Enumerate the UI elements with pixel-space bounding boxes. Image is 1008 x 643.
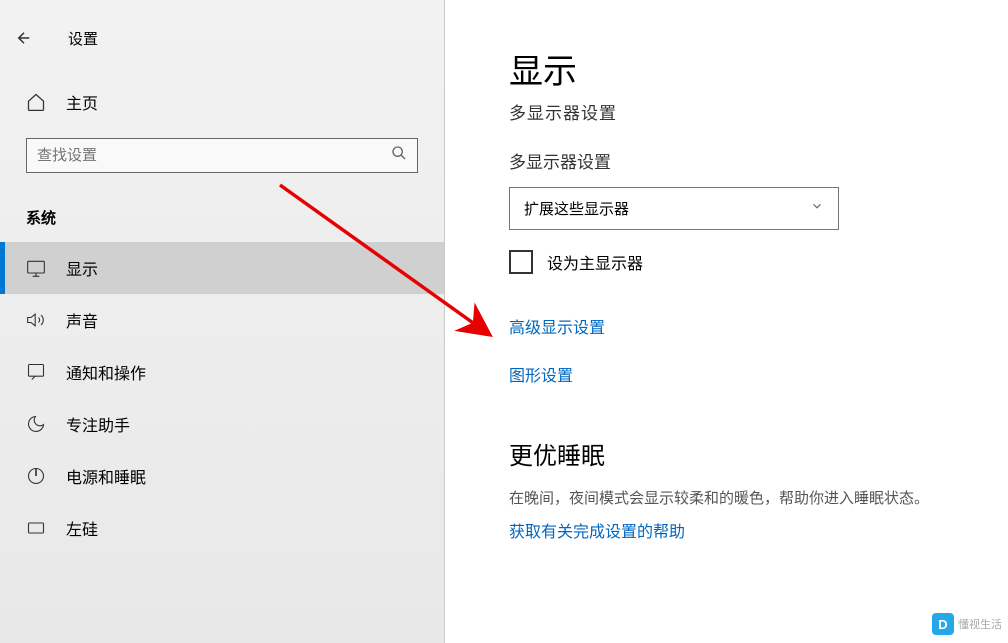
sidebar-item-notifications[interactable]: 通知和操作 xyxy=(0,346,444,398)
sidebar-item-label: 声音 xyxy=(66,308,98,332)
sidebar: 设置 主页 系统 显示 声音 通知和操作 专注助手 xyxy=(0,0,445,643)
search-input[interactable] xyxy=(37,147,391,164)
sleep-title: 更优睡眠 xyxy=(509,436,1008,471)
dropdown-selected: 扩展这些显示器 xyxy=(524,198,629,219)
checkbox[interactable] xyxy=(509,250,533,274)
advanced-display-link[interactable]: 高级显示设置 xyxy=(509,314,1008,338)
sidebar-item-label: 左硅 xyxy=(66,516,98,540)
sidebar-item-display[interactable]: 显示 xyxy=(0,242,444,294)
sleep-description: 在晚间，夜间模式会显示较柔和的暖色，帮助你进入睡眠状态。 xyxy=(509,487,1008,508)
section-system: 系统 xyxy=(0,193,444,242)
sidebar-item-label: 电源和睡眠 xyxy=(66,464,146,488)
sidebar-item-label: 专注助手 xyxy=(66,412,130,436)
settings-title: 设置 xyxy=(68,28,98,49)
watermark: D 懂视生活 xyxy=(932,613,1002,635)
home-icon xyxy=(26,92,46,112)
chevron-down-icon xyxy=(810,199,824,218)
page-subtitle: 多显示器设置 xyxy=(509,99,1008,124)
multi-display-dropdown[interactable]: 扩展这些显示器 xyxy=(509,187,839,230)
search-icon xyxy=(391,145,407,166)
sidebar-item-storage[interactable]: 左硅 xyxy=(0,502,444,554)
display-icon xyxy=(26,258,46,278)
checkbox-label: 设为主显示器 xyxy=(547,250,643,274)
main-content: 显示 多显示器设置 多显示器设置 扩展这些显示器 设为主显示器 高级显示设置 图… xyxy=(445,0,1008,643)
sidebar-item-power[interactable]: 电源和睡眠 xyxy=(0,450,444,502)
watermark-logo-icon: D xyxy=(932,613,954,635)
sidebar-item-label: 显示 xyxy=(66,256,98,280)
sidebar-header: 设置 xyxy=(0,10,444,76)
sidebar-item-label: 通知和操作 xyxy=(66,360,146,384)
focus-icon xyxy=(26,414,46,434)
graphics-settings-link[interactable]: 图形设置 xyxy=(509,362,1008,386)
back-button[interactable] xyxy=(0,18,48,58)
search-box[interactable] xyxy=(26,138,418,173)
arrow-left-icon xyxy=(15,29,33,47)
main-display-checkbox-row[interactable]: 设为主显示器 xyxy=(509,250,1008,274)
power-icon xyxy=(26,466,46,486)
sound-icon xyxy=(26,310,46,330)
page-title: 显示 xyxy=(509,44,1008,93)
sleep-section: 更优睡眠 在晚间，夜间模式会显示较柔和的暖色，帮助你进入睡眠状态。 获取有关完成… xyxy=(509,436,1008,542)
sleep-help-link[interactable]: 获取有关完成设置的帮助 xyxy=(509,518,1008,542)
notifications-icon xyxy=(26,362,46,382)
sidebar-item-focus[interactable]: 专注助手 xyxy=(0,398,444,450)
sidebar-item-sound[interactable]: 声音 xyxy=(0,294,444,346)
home-label: 主页 xyxy=(66,90,98,114)
storage-icon xyxy=(26,518,46,538)
watermark-text: 懂视生活 xyxy=(958,616,1002,632)
home-button[interactable]: 主页 xyxy=(0,76,444,128)
multi-display-label: 多显示器设置 xyxy=(509,148,1008,173)
search-container xyxy=(0,128,444,193)
